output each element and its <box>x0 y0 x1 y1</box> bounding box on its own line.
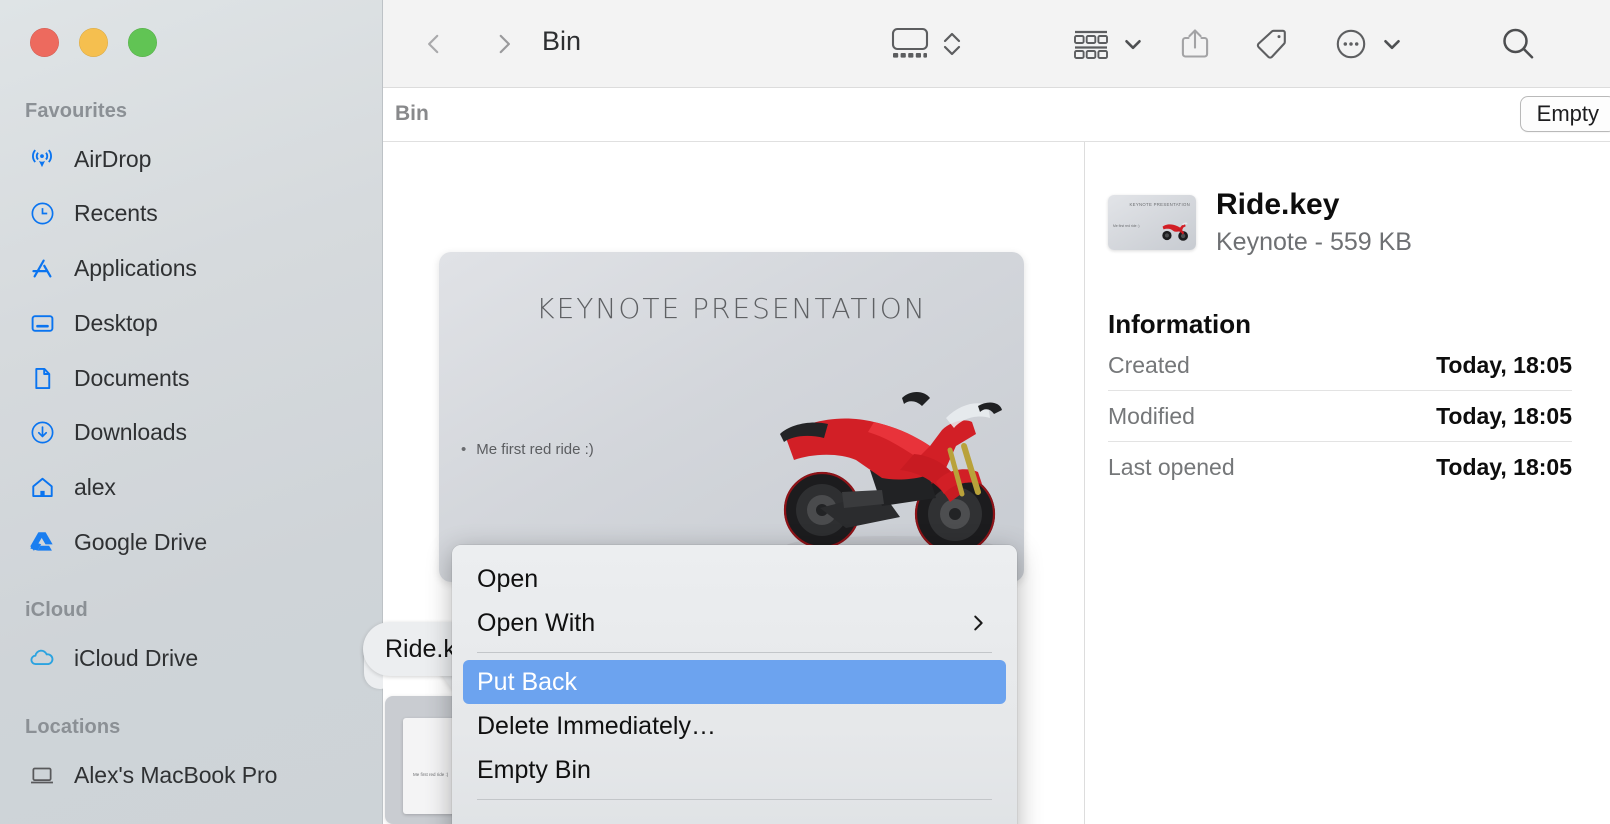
context-menu-item-label: Put Back <box>477 668 577 697</box>
tags-button[interactable] <box>1251 20 1291 68</box>
sidebar-item-label: Desktop <box>74 310 158 337</box>
toolbar: Bin <box>383 0 1610 88</box>
context-menu-item-open-with[interactable]: Open With <box>463 601 1006 645</box>
breadcrumb[interactable]: Bin <box>395 102 429 126</box>
file-meta: Keynote - 559 KB <box>1216 228 1412 257</box>
cloud-icon <box>27 643 57 673</box>
sidebar-item-label: Google Drive <box>74 529 207 556</box>
back-button[interactable] <box>414 24 454 64</box>
context-menu-item-empty-bin[interactable]: Empty Bin <box>463 748 1006 792</box>
group-by-chevron-down-icon[interactable] <box>1120 20 1146 68</box>
context-menu-item-label: Open With <box>477 609 595 638</box>
context-menu-separator <box>477 652 992 653</box>
sidebar-item-macbook-pro[interactable]: Alex's MacBook Pro <box>18 755 368 795</box>
view-options-stepper[interactable] <box>939 20 965 68</box>
info-panel: KEYNOTE PRESENTATION Me first red ride :… <box>1086 142 1610 824</box>
context-menu-item-delete-immediately[interactable]: Delete Immediately… <box>463 704 1006 748</box>
sidebar-item-label: iCloud Drive <box>74 645 198 672</box>
info-row-key: Modified <box>1108 403 1195 430</box>
search-button[interactable] <box>1496 20 1540 68</box>
context-menu-item-put-back[interactable]: Put Back <box>463 660 1006 704</box>
more-button[interactable] <box>1331 20 1371 68</box>
sidebar-item-label: alex <box>74 474 116 501</box>
slide-title: KEYNOTE PRESENTATION <box>439 292 1024 325</box>
sidebar-section-icloud: iCloud <box>25 599 88 622</box>
airdrop-icon <box>27 144 57 174</box>
slide-preview[interactable]: KEYNOTE PRESENTATION Me first red ride :… <box>439 252 1024 582</box>
download-icon <box>27 417 57 447</box>
file-tile-bullet: Me first red ride :) <box>413 772 448 777</box>
red-motorcycle-thumb-icon <box>1157 215 1191 243</box>
traffic-lights <box>30 28 157 57</box>
context-menu-item-open[interactable]: Open <box>463 557 1006 601</box>
info-title-block: Ride.key Keynote - 559 KB <box>1216 187 1412 257</box>
info-row-key: Created <box>1108 352 1190 379</box>
document-icon <box>27 363 57 393</box>
sidebar-item-google-drive[interactable]: Google Drive <box>18 522 368 562</box>
context-menu-item-label: Open <box>477 565 538 594</box>
empty-bin-button[interactable]: Empty <box>1520 96 1610 132</box>
sidebar-item-label: Downloads <box>74 419 187 446</box>
context-menu-item-label: Empty Bin <box>477 756 591 785</box>
zoom-button[interactable] <box>128 28 157 57</box>
close-button[interactable] <box>30 28 59 57</box>
info-row-key: Last opened <box>1108 454 1235 481</box>
sidebar-section-locations: Locations <box>25 716 120 739</box>
slide-bullet: Me first red ride :) <box>461 441 594 458</box>
clock-icon <box>27 198 57 228</box>
sidebar-item-recents[interactable]: Recents <box>18 193 368 233</box>
sidebar-item-icloud-drive[interactable]: iCloud Drive <box>18 638 368 678</box>
information-heading: Information <box>1108 309 1572 340</box>
sidebar: Favourites AirDrop Recents <box>0 0 383 824</box>
sidebar-item-label: Recents <box>74 200 158 227</box>
info-row-value: Today, 18:05 <box>1436 403 1572 430</box>
context-menu-separator <box>477 799 992 800</box>
info-row-last-opened: Last opened Today, 18:05 <box>1108 442 1572 492</box>
thumbnail-title: KEYNOTE PRESENTATION <box>1129 202 1190 207</box>
sidebar-item-desktop[interactable]: Desktop <box>18 303 368 343</box>
info-row-created: Created Today, 18:05 <box>1108 340 1572 391</box>
gallery-view-button[interactable] <box>888 20 932 68</box>
share-button[interactable] <box>1176 20 1214 68</box>
context-menu-item-label: Delete Immediately… <box>477 712 716 741</box>
sidebar-item-documents[interactable]: Documents <box>18 358 368 398</box>
info-row-value: Today, 18:05 <box>1436 352 1572 379</box>
file-name: Ride.key <box>1216 187 1412 223</box>
thumbnail-bullet: Me first red ride :) <box>1113 224 1140 228</box>
sidebar-item-label: Applications <box>74 255 197 282</box>
minimize-button[interactable] <box>79 28 108 57</box>
sidebar-item-label: Documents <box>74 365 189 392</box>
finder-window: Favourites AirDrop Recents <box>0 0 1610 824</box>
info-header: KEYNOTE PRESENTATION Me first red ride :… <box>1108 187 1572 257</box>
sidebar-item-downloads[interactable]: Downloads <box>18 412 368 452</box>
path-bar: Bin Empty <box>383 88 1610 142</box>
home-icon <box>27 472 57 502</box>
chevron-right-icon <box>967 612 989 634</box>
file-thumbnail: KEYNOTE PRESENTATION Me first red ride :… <box>1108 195 1196 250</box>
info-row-value: Today, 18:05 <box>1436 454 1572 481</box>
more-chevron-down-icon[interactable] <box>1379 20 1405 68</box>
sidebar-item-applications[interactable]: Applications <box>18 248 368 288</box>
sidebar-item-label: Alex's MacBook Pro <box>74 762 277 789</box>
context-menu: Open Open With Put Back Delete Immediate… <box>452 545 1017 824</box>
sidebar-item-alex[interactable]: alex <box>18 467 368 507</box>
applications-icon <box>27 253 57 283</box>
red-motorcycle-image <box>750 342 1010 572</box>
sidebar-item-airdrop[interactable]: AirDrop <box>18 139 368 179</box>
info-row-modified: Modified Today, 18:05 <box>1108 391 1572 442</box>
desktop-icon <box>27 308 57 338</box>
google-drive-icon <box>27 527 57 557</box>
group-by-button[interactable] <box>1069 20 1113 68</box>
page-title: Bin <box>542 26 581 57</box>
forward-button[interactable] <box>484 24 524 64</box>
sidebar-item-label: AirDrop <box>74 146 151 173</box>
sidebar-section-favourites: Favourites <box>25 100 127 123</box>
laptop-icon <box>27 760 57 790</box>
